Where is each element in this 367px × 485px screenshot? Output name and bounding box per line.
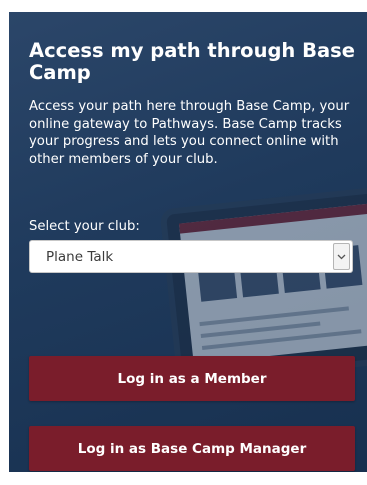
chevron-down-icon[interactable] <box>333 243 350 270</box>
login-member-button[interactable]: Log in as a Member <box>29 356 355 401</box>
club-select[interactable]: Plane Talk <box>29 240 353 273</box>
base-camp-panel: Access my path through Base Camp Access … <box>9 12 367 472</box>
section-title: Access my path through Base Camp <box>29 39 355 84</box>
section-description: Access your path here through Base Camp,… <box>29 99 350 167</box>
login-manager-button[interactable]: Log in as Base Camp Manager <box>29 426 355 471</box>
club-select-label: Select your club: <box>29 219 140 234</box>
club-select-value: Plane Talk <box>46 249 114 265</box>
